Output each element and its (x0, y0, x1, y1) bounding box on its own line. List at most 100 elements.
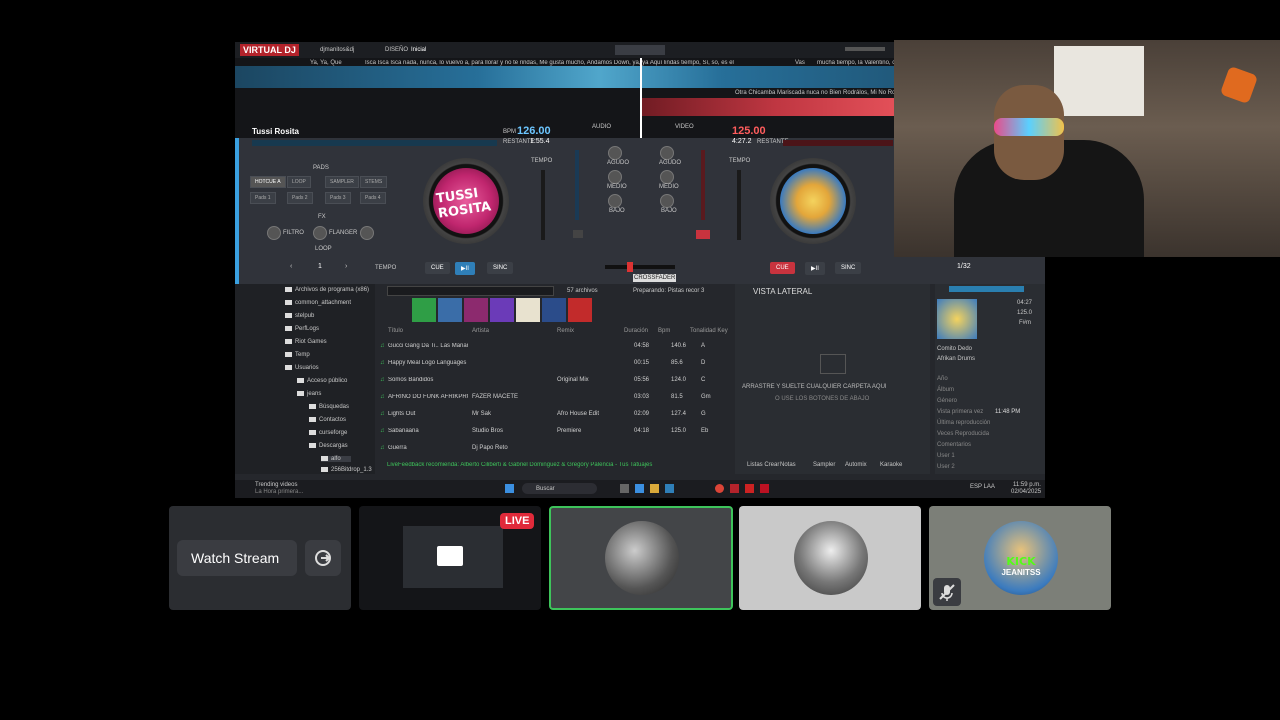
recent-covers-strip[interactable] (412, 298, 592, 322)
muted-mic-button[interactable] (933, 578, 961, 606)
side-btn-karaoke[interactable]: Karaoke (880, 462, 902, 468)
folder-tree[interactable]: Archivos de programa (x86) common_attach… (235, 284, 375, 474)
side-btn-lists[interactable]: Listas Crear (747, 462, 779, 468)
explorer-icon[interactable] (650, 484, 659, 493)
side-btn-sampler[interactable]: Sampler (813, 462, 835, 468)
tree-item[interactable]: Usuarios (285, 365, 319, 371)
tree-item[interactable]: Temp (285, 352, 310, 358)
fx-knob-3[interactable] (360, 226, 374, 240)
col-key[interactable]: Tonalidad Key (690, 328, 728, 334)
cover-thumb[interactable] (490, 298, 514, 322)
search-input[interactable] (387, 286, 554, 296)
master-volume-slider[interactable] (845, 47, 885, 51)
pad-mode-stems[interactable]: STEMS (360, 176, 388, 188)
eq-right-mid[interactable] (660, 170, 674, 184)
side-btn-automix[interactable]: Automix (845, 462, 867, 468)
app-icon[interactable] (745, 484, 754, 493)
fx-knob-1[interactable] (267, 226, 281, 240)
left-play-button[interactable]: ▶II (455, 262, 475, 275)
cover-thumb[interactable] (568, 298, 592, 322)
right-play-button[interactable]: ▶II (805, 262, 825, 275)
tree-item[interactable]: 256Bitdrop_1.3 (321, 467, 372, 473)
store-icon[interactable] (665, 484, 674, 493)
tree-item[interactable]: Riot Games (285, 339, 327, 345)
taskbar-notification[interactable]: Trending videos (255, 482, 297, 488)
cover-thumb[interactable] (438, 298, 462, 322)
taskbar-search[interactable]: Buscar (522, 483, 597, 494)
stream-preview-tile[interactable]: LIVE (359, 506, 541, 610)
right-cue-button[interactable]: CUE (770, 262, 795, 274)
crossfader-handle[interactable] (627, 262, 633, 272)
table-row[interactable]: ♫ Gucci Gang Da Ti.. Las Mañanas 04:58 1… (375, 339, 731, 354)
participant-tile-speaking[interactable] (549, 506, 733, 610)
loop-next-icon[interactable]: › (345, 263, 347, 270)
left-pitch-fader[interactable] (541, 170, 545, 240)
windows-start-icon[interactable] (505, 484, 514, 493)
headphone-right-icon[interactable] (696, 230, 710, 239)
layout-select[interactable]: Inicial (411, 47, 426, 53)
right-overview-wave[interactable] (783, 140, 893, 146)
tree-item[interactable]: common_attachment (285, 300, 351, 306)
now-playing-recommendation[interactable]: LiveFeedback recomienda: Alberto Ciliber… (387, 462, 717, 468)
right-loop-size[interactable]: 1/32 (957, 263, 971, 270)
col-artist[interactable]: Artista (472, 328, 489, 334)
side-btn-notes[interactable]: Notas (780, 462, 796, 468)
eq-right-high[interactable] (660, 146, 674, 160)
eq-left-low[interactable] (608, 194, 622, 208)
tree-item[interactable]: stelpub (285, 313, 314, 319)
table-row[interactable]: ♫ Lights Out Mr Sak Afro House Edit 02:0… (375, 407, 731, 422)
taskview-icon[interactable] (620, 484, 629, 493)
table-row[interactable]: ♫ AFRINO DO FUNK AFRIKPRO.. FAZER MACETE… (375, 390, 731, 405)
track-list[interactable]: 57 archivos Preparando: Pistas recor 3 T… (375, 284, 735, 474)
keyboard-language[interactable]: ESP LAA (970, 484, 995, 490)
right-jogwheel[interactable] (770, 158, 856, 244)
watch-stream-button[interactable]: Watch Stream (177, 540, 297, 576)
user-label[interactable]: djmanitos&dj (320, 47, 354, 53)
table-row[interactable]: ♫ Somos Bandidos Original Mix 05:56 124.… (375, 373, 731, 388)
left-sync-button[interactable]: SINC (487, 262, 514, 274)
eq-left-high[interactable] (608, 146, 622, 160)
tree-item[interactable]: jeans (297, 391, 321, 397)
participant-tile-kick[interactable]: KICK JEANITSS (929, 506, 1111, 610)
loop-size[interactable]: 1 (318, 263, 322, 270)
tree-item-selected[interactable]: alfo (321, 456, 351, 463)
left-volume-fader[interactable] (575, 150, 579, 220)
tree-item[interactable]: Archivos de programa (x86) (285, 287, 369, 293)
tree-item[interactable]: PerfLogs (285, 326, 319, 332)
taskbar-date[interactable]: 02/04/2025 (1011, 489, 1041, 495)
col-title[interactable]: Título (388, 328, 403, 334)
pad-3[interactable]: Pads 3 (325, 192, 351, 204)
edge-icon[interactable] (635, 484, 644, 493)
col-remix[interactable]: Remix (557, 328, 574, 334)
table-row[interactable]: ♫ Sabanaana Studio Bros Premiere 04:18 1… (375, 424, 731, 439)
left-jogwheel[interactable]: TUSSI ROSITA (423, 158, 509, 244)
cover-thumb[interactable] (516, 298, 540, 322)
right-pitch-fader[interactable] (737, 170, 741, 240)
tree-item[interactable]: curseforge (309, 430, 347, 436)
participant-tile[interactable] (739, 506, 921, 610)
col-bpm[interactable]: Bpm (658, 328, 670, 334)
left-cue-button[interactable]: CUE (425, 262, 450, 274)
loop-prev-icon[interactable]: ‹ (290, 263, 292, 270)
tree-item[interactable]: Contactos (309, 417, 346, 423)
pad-2[interactable]: Pads 2 (287, 192, 313, 204)
table-row[interactable]: ♫ Happy Meal Logo Languages 00:15 85.6 D (375, 356, 731, 371)
taskbar-time[interactable]: 11:59 p.m. (1013, 482, 1041, 488)
app-icon[interactable] (760, 484, 769, 493)
chrome-icon[interactable] (715, 484, 724, 493)
left-shift-label[interactable]: TEMPO (375, 265, 396, 271)
cover-thumb[interactable] (412, 298, 436, 322)
cover-thumb[interactable] (542, 298, 566, 322)
col-duration[interactable]: Duración (624, 328, 648, 334)
popout-button[interactable] (305, 540, 341, 576)
pad-4[interactable]: Pads 4 (360, 192, 386, 204)
fx-knob-2[interactable] (313, 226, 327, 240)
cover-thumb[interactable] (464, 298, 488, 322)
layout-switch[interactable] (615, 45, 665, 55)
tree-item[interactable]: Acceso público (297, 378, 347, 384)
headphone-left-icon[interactable] (573, 230, 583, 238)
pad-mode-hotcue[interactable]: HOTCUE A (250, 176, 286, 188)
table-row[interactable]: ♫ Guerra Dj Papo Reto (375, 441, 731, 456)
crossfader[interactable] (605, 265, 675, 269)
pad-mode-loop[interactable]: LOOP (287, 176, 311, 188)
